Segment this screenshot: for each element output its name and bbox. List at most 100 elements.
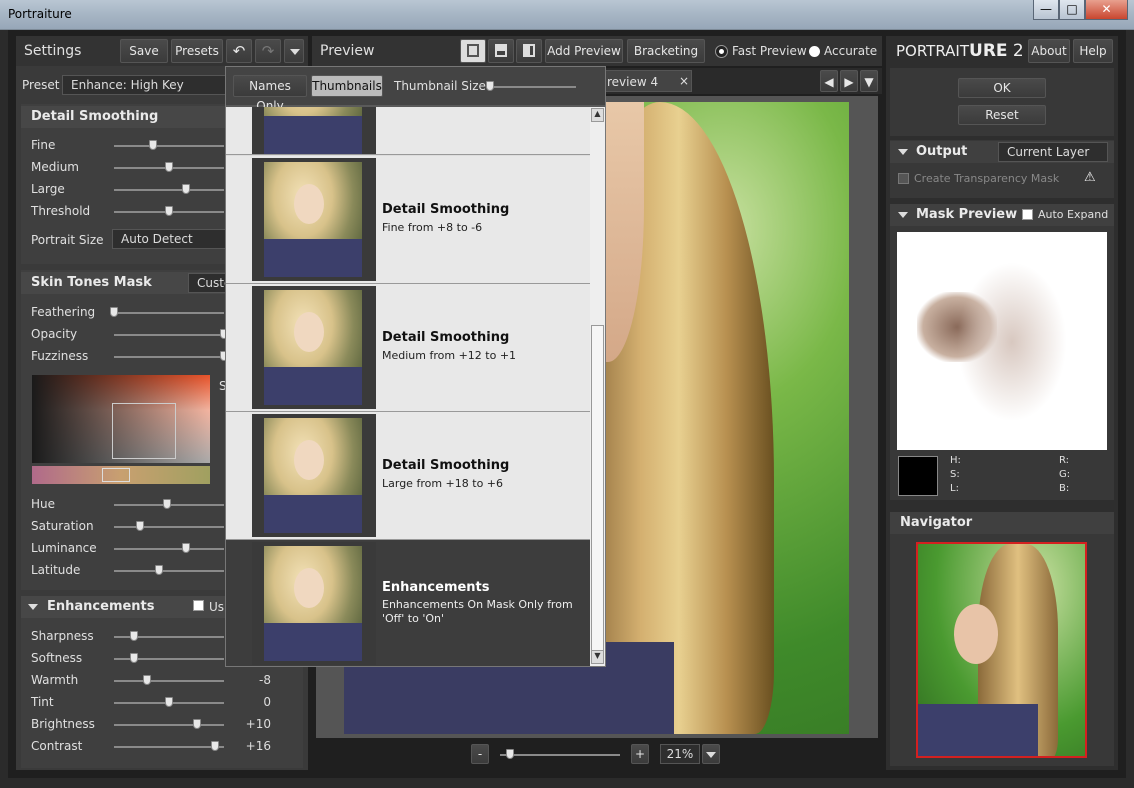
zoom-slider-thumb[interactable] <box>506 749 514 759</box>
slider-thumb[interactable] <box>155 565 164 575</box>
slider-track[interactable] <box>114 697 224 707</box>
slider-label: Large <box>31 182 65 196</box>
hue-strip[interactable] <box>32 466 210 484</box>
mask-preview-image[interactable] <box>897 232 1107 450</box>
preset-select[interactable]: Enhance: High Key <box>62 75 232 95</box>
slider-thumb[interactable] <box>148 140 157 150</box>
item-subtitle-2: 'Off' to 'On' <box>382 612 444 625</box>
slider-track[interactable] <box>114 329 228 339</box>
mask-hair <box>957 262 1067 422</box>
list-item[interactable]: Detail Smoothing Medium from +12 to +1 <box>226 284 590 412</box>
slider-label: Brightness <box>31 717 95 731</box>
slider-thumb[interactable] <box>143 675 151 685</box>
tab-menu-button[interactable]: ▼ <box>860 70 878 92</box>
portrait-size-select[interactable]: Auto Detect <box>112 229 232 249</box>
zoom-value[interactable]: 21% <box>660 744 700 764</box>
names-only-button[interactable]: Names Only <box>233 75 307 113</box>
slider-track[interactable] <box>114 206 224 216</box>
output-select[interactable]: Current Layer <box>998 142 1108 162</box>
slider-track[interactable] <box>114 351 228 361</box>
tab-preview-4[interactable]: review 4 × <box>602 70 692 92</box>
split-horizontal-icon <box>495 44 507 57</box>
popup-scrollbar[interactable]: ▲ ▼ <box>590 107 605 666</box>
slider-track[interactable] <box>114 140 224 150</box>
ok-button[interactable]: OK <box>958 78 1046 98</box>
close-button[interactable]: ✕ <box>1085 0 1128 20</box>
slider-thumb[interactable] <box>165 206 173 216</box>
slider-thumb[interactable] <box>129 631 138 641</box>
thumbnail-photo <box>264 107 362 154</box>
save-button[interactable]: Save <box>120 39 168 63</box>
list-item[interactable]: Detail Smoothing Fine from +8 to -6 <box>226 156 590 284</box>
settings-title: Settings <box>24 43 82 59</box>
list-item[interactable] <box>226 107 590 155</box>
slider-track[interactable] <box>114 653 224 663</box>
slider-thumb[interactable] <box>181 543 190 553</box>
undo-button[interactable]: ↶ <box>226 39 252 63</box>
slider-thumb[interactable] <box>192 719 201 729</box>
maximize-button[interactable]: □ <box>1059 0 1085 20</box>
add-preview-button[interactable]: Add Preview <box>545 39 623 63</box>
slider-track[interactable] <box>114 543 224 553</box>
slider-track[interactable] <box>114 719 224 729</box>
skin-range-box[interactable] <box>112 403 176 459</box>
auto-expand-checkbox[interactable] <box>1022 209 1033 220</box>
zoom-menu-button[interactable] <box>702 744 720 764</box>
slider-track[interactable] <box>114 675 224 685</box>
tab-next-button[interactable]: ▶ <box>840 70 858 92</box>
slider-track[interactable] <box>114 521 224 531</box>
thumbnails-button[interactable]: Thumbnails <box>311 75 383 97</box>
slider-track[interactable] <box>114 499 224 509</box>
navigator-view[interactable] <box>916 542 1087 758</box>
reset-button[interactable]: Reset <box>958 105 1046 125</box>
fast-preview-radio[interactable] <box>715 45 728 58</box>
slider-track[interactable] <box>114 565 224 575</box>
redo-button[interactable]: ↷ <box>255 39 281 63</box>
slider-thumb[interactable] <box>165 697 173 707</box>
list-item[interactable]: Detail Smoothing Large from +18 to +6 <box>226 412 590 540</box>
zoom-slider[interactable] <box>500 749 620 759</box>
transparency-checkbox[interactable] <box>898 173 909 184</box>
collapse-mask-icon[interactable] <box>898 212 908 218</box>
use-mask-checkbox[interactable] <box>193 600 204 611</box>
item-subtitle: Medium from +12 to +1 <box>382 349 517 362</box>
minimize-button[interactable]: — <box>1033 0 1059 20</box>
auto-expand-label: Auto Expand <box>1038 208 1109 221</box>
list-item-selected[interactable]: Enhancements Enhancements On Mask Only f… <box>226 540 590 666</box>
collapse-output-icon[interactable] <box>898 149 908 155</box>
slider-track[interactable] <box>114 741 224 751</box>
split-vertical-button[interactable] <box>516 39 542 63</box>
presets-button[interactable]: Presets <box>171 39 223 63</box>
slider-thumb[interactable] <box>165 162 173 172</box>
single-view-button[interactable] <box>460 39 486 63</box>
zoom-in-button[interactable]: + <box>631 744 649 764</box>
slider-thumb[interactable] <box>110 307 118 317</box>
scroll-down-button[interactable]: ▼ <box>591 650 604 664</box>
slider-thumb[interactable] <box>129 653 138 663</box>
scroll-up-button[interactable]: ▲ <box>591 108 604 122</box>
slider-thumb[interactable] <box>211 741 220 751</box>
h-label: H: <box>950 455 961 466</box>
split-horizontal-button[interactable] <box>488 39 514 63</box>
slider-track[interactable] <box>114 631 224 641</box>
color-picker[interactable] <box>32 375 210 463</box>
zoom-out-button[interactable]: - <box>471 744 489 764</box>
slider-track[interactable] <box>110 307 224 317</box>
help-button[interactable]: Help <box>1073 39 1113 63</box>
settings-menu-button[interactable] <box>284 39 304 63</box>
collapse-enh-icon[interactable] <box>28 604 38 610</box>
scroll-thumb[interactable] <box>591 325 604 651</box>
thumbnail-size-thumb[interactable] <box>486 81 494 91</box>
thumbnail-size-slider[interactable] <box>486 81 576 91</box>
bracketing-button[interactable]: Bracketing <box>627 39 705 63</box>
hue-range-handle[interactable] <box>102 468 130 482</box>
accurate-radio[interactable] <box>809 46 820 57</box>
tab-close-icon[interactable]: × <box>679 74 689 88</box>
slider-track[interactable] <box>114 162 224 172</box>
about-button[interactable]: About <box>1028 39 1070 63</box>
slider-thumb[interactable] <box>181 184 190 194</box>
tab-prev-button[interactable]: ◀ <box>820 70 838 92</box>
slider-track[interactable] <box>114 184 224 194</box>
slider-label: Feathering <box>31 305 96 319</box>
slider-thumb[interactable] <box>162 499 171 509</box>
